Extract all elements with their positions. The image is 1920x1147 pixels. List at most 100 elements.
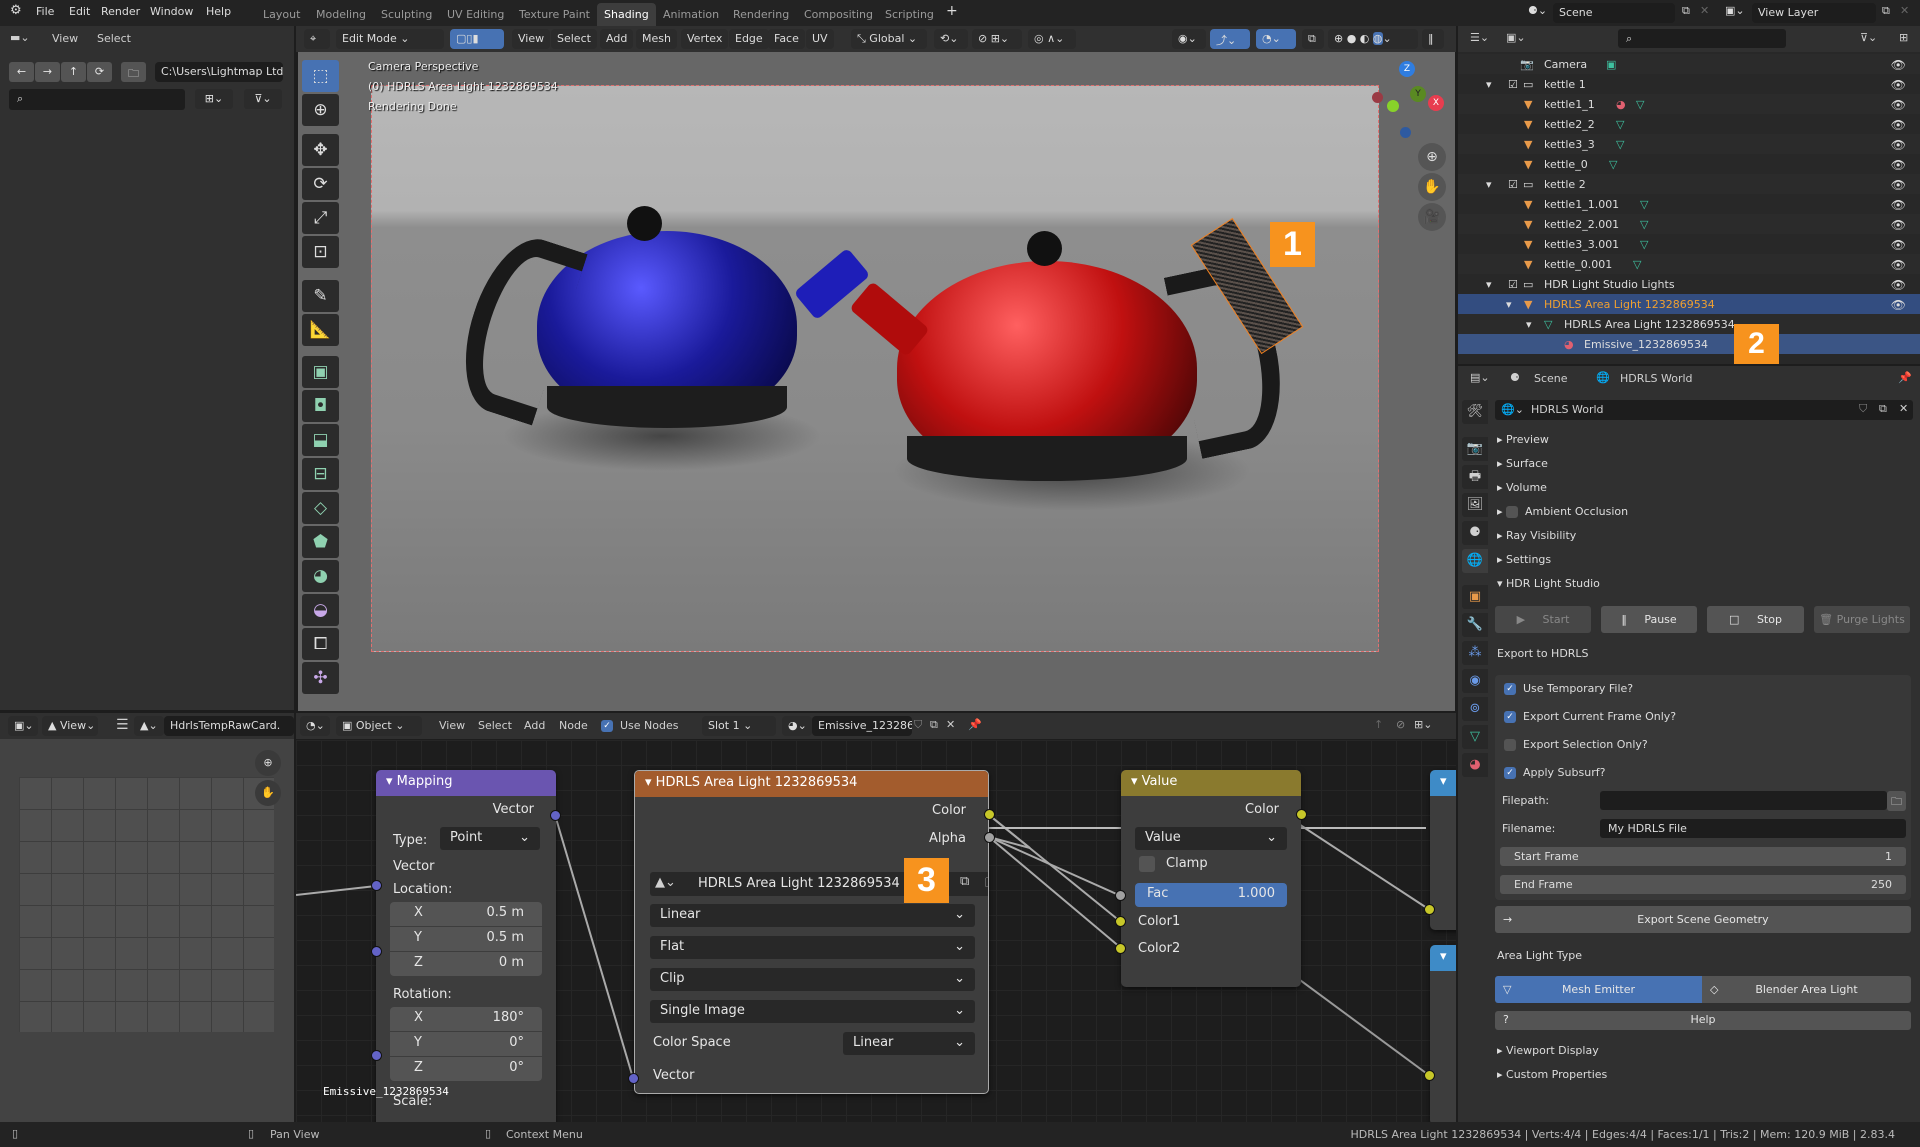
tab-layout[interactable]: Layout [256, 3, 307, 26]
poly-build-tool[interactable]: ⬟ [302, 526, 339, 558]
image-name-field[interactable]: HdrlsTempRawCard. [164, 716, 294, 736]
location-z-field[interactable]: Z0 m [390, 952, 542, 976]
use-nodes-toggle[interactable]: ✓ Use Nodes [601, 719, 679, 732]
socket-vector-in[interactable] [628, 1073, 639, 1084]
tab-rendering[interactable]: Rendering [726, 3, 796, 26]
start-button[interactable]: ▶ Start [1495, 606, 1591, 633]
orientation-selector[interactable]: ⤡ Global ⌄ [851, 29, 927, 49]
menu-help[interactable]: Help [206, 5, 231, 18]
eye-icon[interactable]: 👁 [1891, 218, 1906, 232]
gizmo-axis-y[interactable]: Y [1410, 86, 1426, 102]
duplicate-icon[interactable]: ⧉ [1879, 402, 1887, 416]
tab-scene[interactable]: ⚈ [1462, 521, 1488, 545]
socket-color2-in[interactable] [1115, 943, 1126, 954]
forward-button[interactable]: → [35, 62, 60, 82]
rotation-z-field[interactable]: Z 0° [390, 1057, 542, 1081]
menu-add[interactable]: Add [524, 719, 545, 732]
new-scene-icon[interactable]: ⧉ [1682, 4, 1690, 18]
rotate-tool[interactable]: ⟳ [302, 168, 339, 200]
gizmo-toggle[interactable]: ⤴⌄ [1210, 29, 1250, 49]
eye-icon[interactable]: 👁 [1891, 198, 1906, 212]
checkbox-icon[interactable]: ☑ [1508, 178, 1518, 191]
image-texture-node[interactable]: ▾ HDRLS Area Light 1232869534 Color Alph… [634, 770, 989, 1094]
end-frame-field[interactable]: End Frame 250 [1500, 875, 1906, 894]
duplicate-icon[interactable]: ⧉ [960, 874, 969, 889]
tab-render[interactable]: 📷 [1462, 437, 1488, 461]
rotation-x-field[interactable]: X 180° [390, 1007, 542, 1031]
fake-user-icon[interactable]: ⛉ [914, 718, 922, 732]
tab-view-layer[interactable]: 🖼 [1462, 493, 1488, 517]
tree-row[interactable]: ▼ kettle_0 ▽ 👁 [1458, 154, 1920, 174]
proportional-edit-icon[interactable]: ◎ ∧⌄ [1028, 29, 1076, 49]
measure-tool[interactable]: 📐 [302, 314, 339, 346]
scale-tool[interactable]: ⤢ [302, 202, 339, 234]
mix-node[interactable]: ▾ Value Color Value ⌄ Clamp Fac 1.000 Colo… [1121, 770, 1301, 987]
tab-material[interactable]: ◕ [1462, 753, 1488, 777]
gizmo-axis-x[interactable]: X [1428, 95, 1444, 111]
eye-icon[interactable]: 👁 [1891, 98, 1906, 112]
mode-selector[interactable]: Edit Mode ⌄ [336, 29, 444, 49]
extension-dropdown[interactable]: Clip ⌄ [650, 968, 975, 991]
eye-icon[interactable]: 👁 [1891, 138, 1906, 152]
node-canvas[interactable]: ▾ Mapping Vector Type: Point ⌄ Vector Loc… [296, 740, 1456, 1122]
location-x-field[interactable]: X 0.5 m [390, 902, 542, 926]
socket-vector-out[interactable] [550, 810, 561, 821]
color-space-dropdown[interactable]: Linear ⌄ [843, 1032, 975, 1055]
mapping-node-header[interactable]: ▾ Mapping [376, 770, 556, 796]
tab-modeling[interactable]: Modeling [309, 3, 373, 26]
pan-view-icon[interactable]: ✋ [1418, 173, 1446, 201]
menu-file[interactable]: File [36, 5, 54, 18]
gizmo-axis-z[interactable]: Z [1399, 61, 1415, 77]
expand-icon[interactable]: ▾ [1486, 78, 1492, 91]
start-frame-field[interactable]: Start Frame 1 [1500, 847, 1906, 866]
tab-object[interactable]: ▣ [1462, 585, 1488, 609]
fake-user-icon[interactable]: ⛉ [1859, 402, 1867, 416]
panel-hdr-light-studio[interactable]: ▾ HDR Light Studio [1497, 577, 1600, 590]
menu-face[interactable]: Face [768, 29, 805, 49]
breadcrumb-scene[interactable]: Scene [1534, 372, 1568, 385]
file-search-input[interactable]: ⌕ [9, 89, 185, 110]
tab-uv-editing[interactable]: UV Editing [440, 3, 511, 26]
location-y-field[interactable]: Y 0.5 m [390, 927, 542, 951]
snap-mode-icon[interactable]: ⊞⌄ [1414, 718, 1432, 731]
pivot-icon[interactable]: ⟲⌄ [934, 29, 968, 49]
filepath-input[interactable] [1600, 791, 1887, 810]
expand-icon[interactable]: ▾ [1486, 278, 1492, 291]
eye-icon[interactable]: 👁 [1891, 238, 1906, 252]
socket-fac-in[interactable] [1115, 890, 1126, 901]
menu-select[interactable]: Select [478, 719, 512, 732]
editor-type-icon[interactable]: ▬⌄ [10, 31, 30, 44]
filename-input[interactable]: My HDRLS File [1600, 819, 1906, 838]
socket-color-out[interactable] [1296, 809, 1307, 820]
delete-view-layer-icon[interactable]: ✕ [1900, 4, 1909, 17]
tree-row[interactable]: ▼ kettle1_1.001 ▽ 👁 [1458, 194, 1920, 214]
menu-select[interactable]: Select [97, 32, 131, 45]
expand-icon[interactable]: ▾ [1526, 318, 1532, 331]
export-current-frame-checkbox[interactable]: ✓ Export Current Frame Only? [1504, 710, 1676, 723]
clamp-checkbox[interactable] [1139, 856, 1155, 872]
view-layer-selector[interactable]: View Layer [1752, 3, 1876, 23]
expand-icon[interactable]: ▾ [1506, 298, 1512, 311]
tab-sculpting[interactable]: Sculpting [374, 3, 439, 26]
world-datablock[interactable]: 🌐⌄ HDRLS World ⛉ ⧉ ✕ [1495, 400, 1913, 420]
expand-icon[interactable]: ▾ [1486, 178, 1492, 191]
interpolation-dropdown[interactable]: Linear ⌄ [650, 904, 975, 927]
add-workspace-button[interactable]: + [946, 3, 958, 19]
pin-icon[interactable]: 📌 [1898, 371, 1912, 384]
socket-color-out[interactable] [984, 809, 995, 820]
slot-selector[interactable]: Slot 1 ⌄ [702, 716, 776, 736]
purge-lights-button[interactable]: 🗑 Purge Lights [1814, 606, 1910, 633]
gizmo-neg-z[interactable] [1400, 127, 1411, 138]
select-box-tool[interactable]: ⬚ [302, 60, 339, 92]
tab-physics[interactable]: ◉ [1462, 669, 1488, 693]
tree-row[interactable]: ▾ ☑ ▭ HDR Light Studio Lights 👁 [1458, 274, 1920, 294]
tree-row[interactable]: ▼ kettle1_1 ◕ ▽ 👁 [1458, 94, 1920, 114]
projection-dropdown[interactable]: Flat ⌄ [650, 936, 975, 959]
display-mode-icon[interactable]: ▣⌄ [1506, 31, 1526, 44]
editor-type-icon[interactable]: ☰⌄ [1470, 31, 1489, 44]
pause-button[interactable]: ‖ Pause [1601, 606, 1697, 633]
blend-mode-dropdown[interactable]: Value ⌄ [1135, 827, 1287, 850]
panel-preview[interactable]: ▸ Preview [1497, 433, 1549, 446]
mapping-node[interactable]: ▾ Mapping Vector Type: Point ⌄ Vector Loc… [376, 770, 556, 1122]
panel-ambient-occlusion[interactable]: ▸ Ambient Occlusion [1497, 505, 1628, 518]
